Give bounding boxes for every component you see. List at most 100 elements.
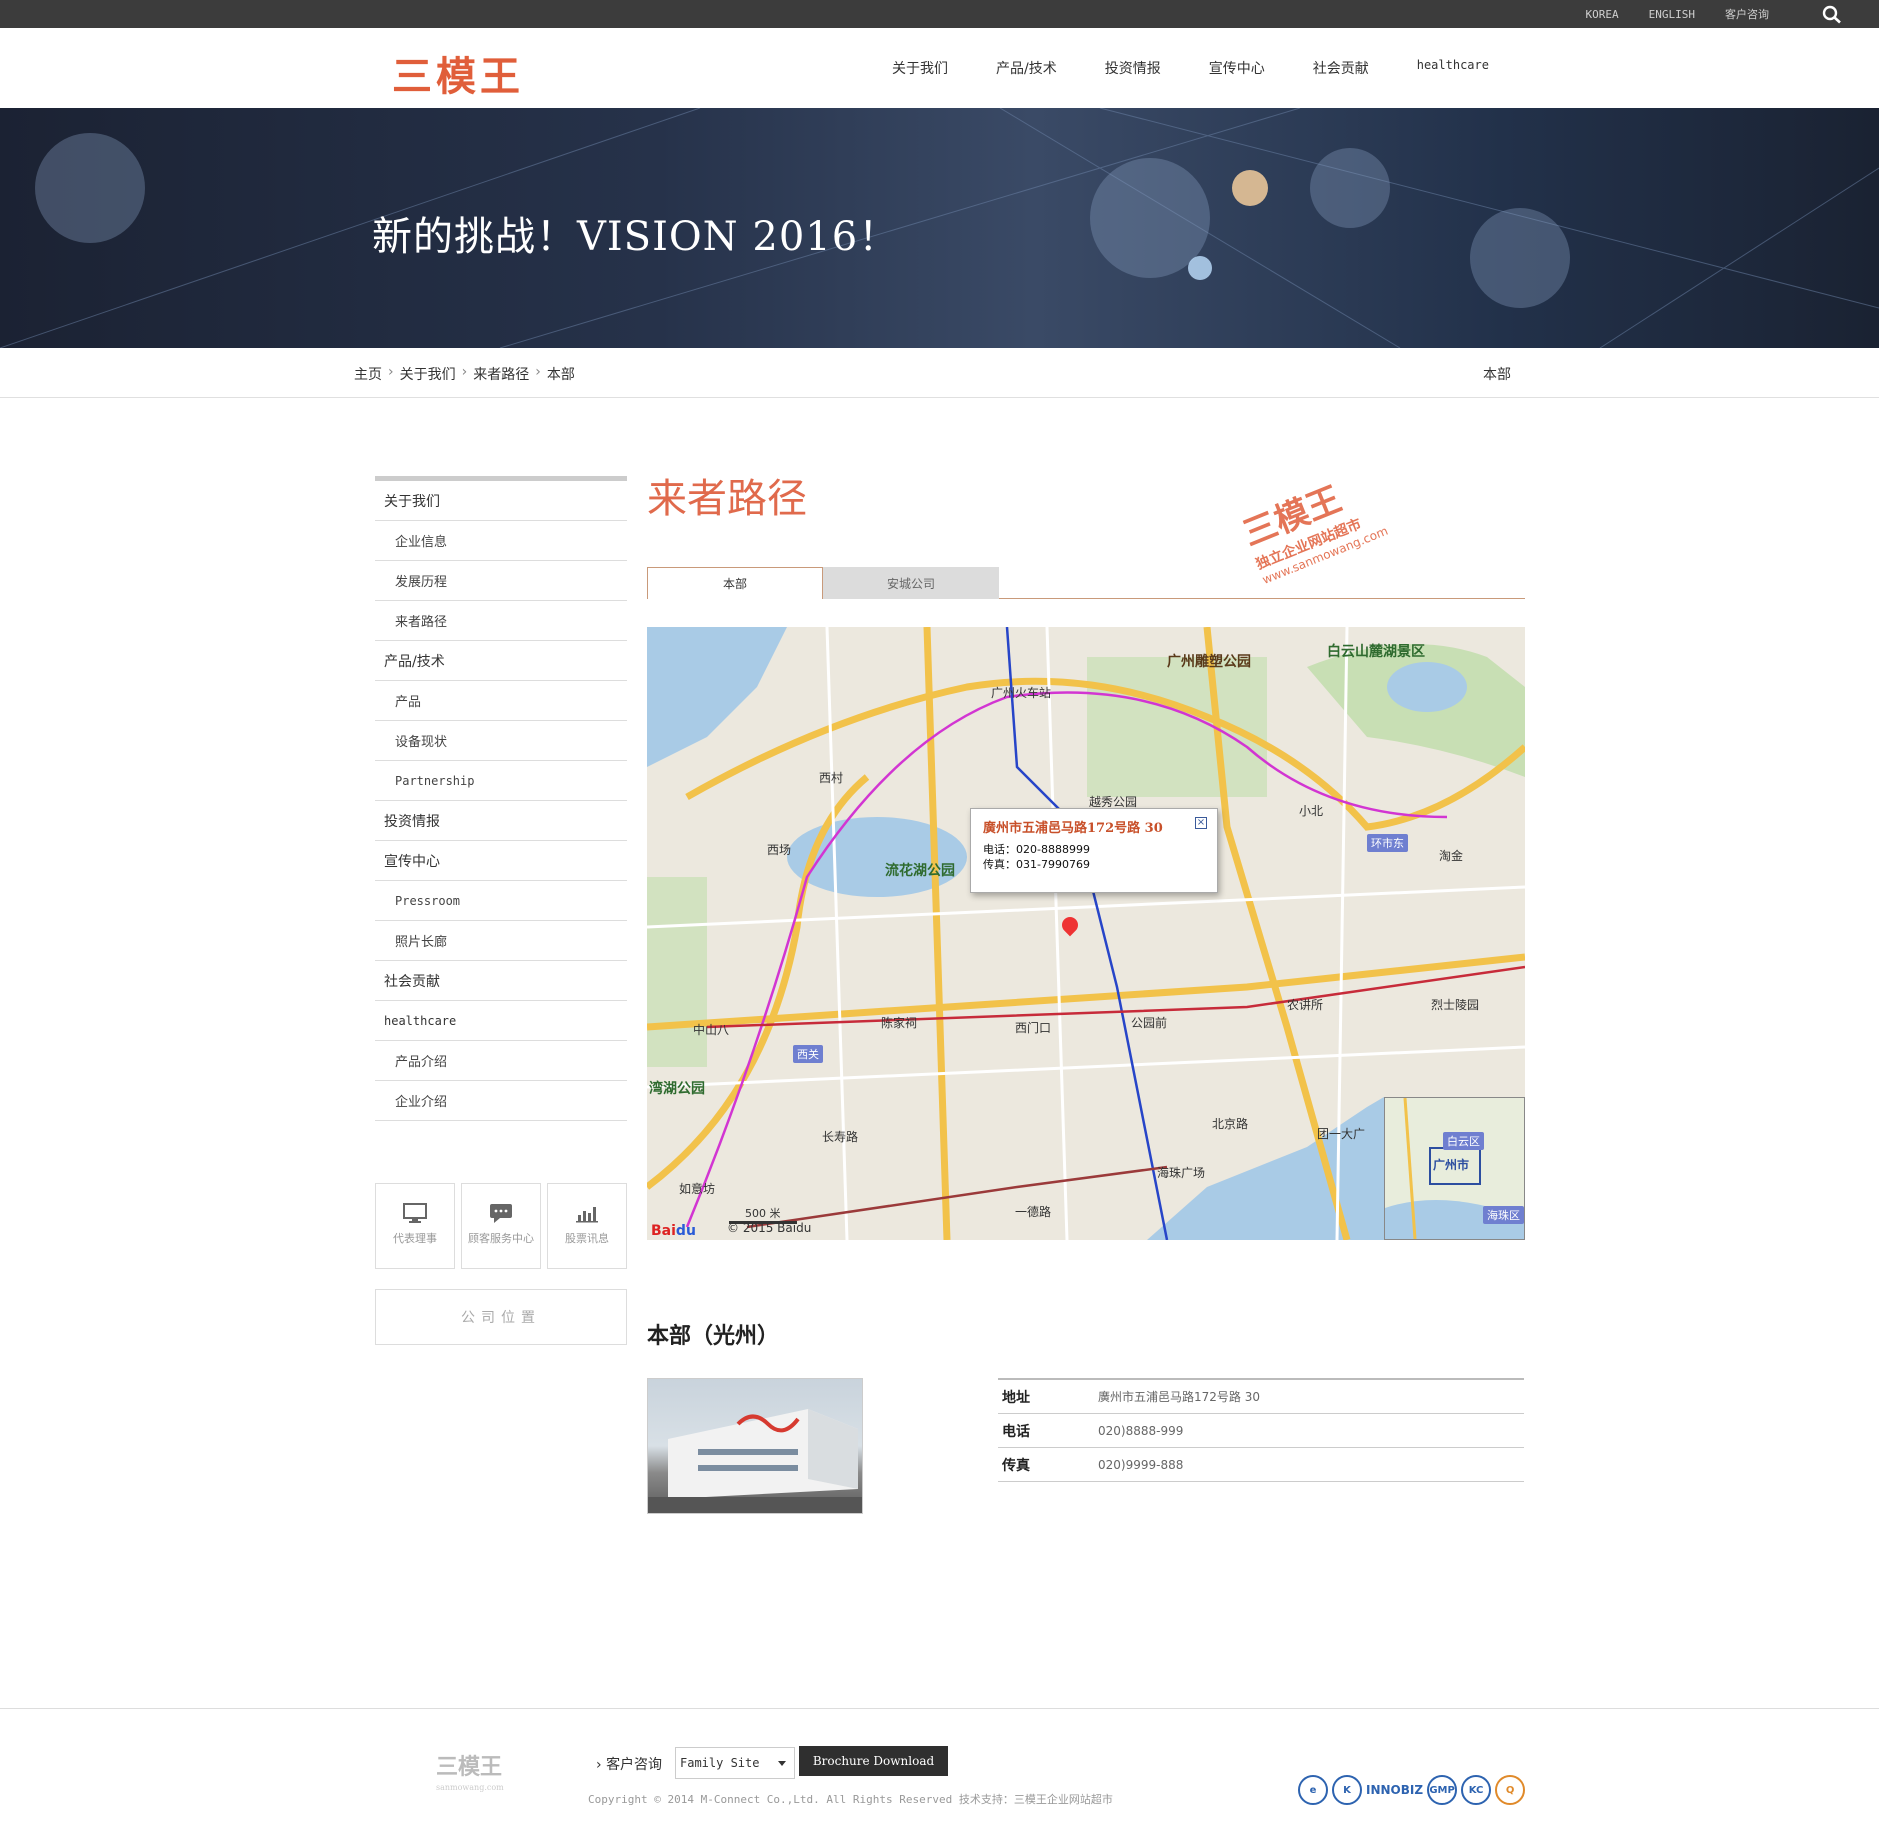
chevron-down-icon (778, 1761, 786, 1766)
breadcrumb-bar: 主页 › 关于我们 › 来者路径 › 本部 本部 (0, 348, 1879, 398)
english-link[interactable]: ENGLISH (1649, 8, 1695, 21)
map-label-haizhu: 海珠广场 (1157, 1166, 1206, 1180)
sidebar-item-directions[interactable]: 来者路径 (375, 601, 627, 641)
sidebar-item-company-intro[interactable]: 企业介绍 (375, 1081, 627, 1121)
map-label-diaosu: 广州雕塑公园 (1167, 654, 1251, 670)
banner-background-graphic (0, 108, 1879, 348)
sidebar-item-product-intro[interactable]: 产品介绍 (375, 1041, 627, 1081)
map-label-xichang: 西场 (767, 843, 792, 857)
sidebar-item-pressroom[interactable]: Pressroom (375, 881, 627, 921)
info-row: 地址 廣州市五浦邑马路172号路 30 (998, 1380, 1524, 1414)
breadcrumb: 主页 › 关于我们 › 来者路径 › 本部 (354, 364, 575, 384)
crumb-about[interactable]: 关于我们 (400, 364, 456, 384)
site-header: 三模王 关于我们 产品/技术 投资情报 宣传中心 社会贡献 healthcare (0, 28, 1879, 108)
close-icon[interactable]: × (1195, 817, 1207, 829)
page-title: 来者路径 (647, 476, 807, 522)
map-label-gz-station: 广州火车站 (991, 686, 1052, 700)
baidu-map[interactable]: 广州火车站 广州雕塑公园 白云山麓湖景区 流花湖公园 西村 越秀公园 小北 淘金… (647, 627, 1525, 1240)
map-label-liuhua: 流花湖公园 (885, 863, 955, 879)
location-tabs: 本部 安城公司 (647, 567, 1525, 599)
sidebar-item-partnership[interactable]: Partnership (375, 761, 627, 801)
hero-banner: 新的挑战！VISION 2016！ (0, 108, 1879, 348)
info-value-phone: 020)8888-999 (1098, 1423, 1184, 1438)
map-label-baiyun: 白云山麓湖景区 (1327, 644, 1425, 660)
crumb-home[interactable]: 主页 (354, 364, 382, 384)
baidu-logo: Baidu (651, 1223, 696, 1239)
nav-healthcare[interactable]: healthcare (1417, 58, 1489, 78)
popup-phone: 电话：020-8888999 (983, 843, 1090, 856)
quick-link-ceo[interactable]: 代表理事 (375, 1183, 455, 1269)
hq-title: 本部（光州） (647, 1324, 780, 1349)
company-location-button[interactable]: 公司位置 (375, 1289, 627, 1345)
quick-link-service-label: 顾客服务中心 (468, 1232, 534, 1245)
map-tag-xiguan: 西关 (793, 1045, 823, 1063)
sidebar-item-products-tech[interactable]: 产品/技术 (375, 641, 627, 681)
site-footer: 三模王 sanmowang.com › 客户咨询 Family Site Bro… (0, 1708, 1879, 1847)
nav-about[interactable]: 关于我们 (892, 58, 948, 78)
info-value-fax: 020)9999-888 (1098, 1457, 1184, 1472)
sidebar-item-products[interactable]: 产品 (375, 681, 627, 721)
search-icon[interactable] (1821, 4, 1843, 24)
hq-info-table: 地址 廣州市五浦邑马路172号路 30 电话 020)8888-999 传真 0… (998, 1378, 1524, 1482)
family-site-select[interactable]: Family Site (675, 1747, 795, 1779)
cert-gmp-icon: GMP (1427, 1775, 1458, 1805)
map-label-nongjiangsuo: 农讲所 (1287, 998, 1324, 1012)
cert-badge-e-icon: e (1298, 1775, 1328, 1805)
minimap-haizhu: 海珠区 (1483, 1206, 1524, 1224)
quick-link-stock[interactable]: 股票讯息 (547, 1183, 627, 1269)
building-photo (647, 1378, 863, 1514)
popup-fax: 传真：031-7990769 (983, 858, 1090, 871)
map-label-gongyuanqian: 公园前 (1131, 1016, 1168, 1030)
map-label-xiaobei: 小北 (1299, 804, 1324, 818)
nav-pr[interactable]: 宣传中心 (1209, 58, 1265, 78)
quick-link-service[interactable]: 顾客服务中心 (461, 1183, 541, 1269)
crumb-hq[interactable]: 本部 (547, 364, 575, 384)
footer-logo-sub: sanmowang.com (436, 1783, 504, 1792)
info-key-address: 地址 (1002, 1389, 1030, 1406)
sidebar: 关于我们 企业信息 发展历程 来者路径 产品/技术 产品 设备现状 Partne… (375, 476, 627, 1121)
map-label-yide: 一德路 (1015, 1205, 1052, 1219)
info-row: 电话 020)8888-999 (998, 1414, 1524, 1448)
tab-anseong[interactable]: 安城公司 (823, 567, 999, 599)
quick-links: 代表理事 顾客服务中心 股票讯息 (375, 1183, 627, 1269)
brochure-download-button[interactable]: Brochure Download (799, 1746, 948, 1776)
cert-innobiz-icon: INNOBIZ (1366, 1783, 1424, 1797)
building-photo-graphic (648, 1409, 862, 1513)
minimap[interactable]: 广州市 白云区 海珠区 (1384, 1097, 1525, 1240)
sidebar-item-social[interactable]: 社会贡献 (375, 961, 627, 1001)
footer-logo[interactable]: 三模王 sanmowang.com (436, 1749, 504, 1792)
sidebar-item-healthcare[interactable]: healthcare (375, 1001, 627, 1041)
korea-link[interactable]: KOREA (1586, 8, 1619, 21)
sidebar-item-history[interactable]: 发展历程 (375, 561, 627, 601)
consult-link[interactable]: 客户咨询 (1725, 6, 1769, 22)
main-nav: 关于我们 产品/技术 投资情报 宣传中心 社会贡献 healthcare (892, 58, 1537, 78)
chevron-right-icon: › (461, 364, 468, 380)
footer-consult-link[interactable]: › 客户咨询 (596, 1754, 662, 1774)
map-label-changshoulu: 长寿路 (822, 1130, 859, 1144)
tab-hq[interactable]: 本部 (647, 567, 823, 599)
sidebar-item-about[interactable]: 关于我们 (375, 481, 627, 521)
crumb-directions[interactable]: 来者路径 (473, 364, 529, 384)
map-label-beijinglu: 北京路 (1212, 1117, 1249, 1131)
logo[interactable]: 三模王 (392, 44, 524, 102)
monitor-icon (403, 1203, 427, 1223)
sidebar-item-equipment[interactable]: 设备现状 (375, 721, 627, 761)
nav-products[interactable]: 产品/技术 (996, 58, 1057, 78)
sidebar-item-company-info[interactable]: 企业信息 (375, 521, 627, 561)
map-label-taojin: 淘金 (1439, 849, 1464, 863)
map-scale: 500 米 (745, 1207, 781, 1220)
nav-social[interactable]: 社会贡献 (1313, 58, 1369, 78)
map-label-ximenkou: 西门口 (1015, 1021, 1052, 1035)
sidebar-item-investment[interactable]: 投资情报 (375, 801, 627, 841)
footer-copyright: Copyright © 2014 M-Connect Co.,Ltd. All … (588, 1793, 1113, 1806)
nav-investment[interactable]: 投资情报 (1105, 58, 1161, 78)
map-copyright: © 2015 Baidu (727, 1221, 812, 1235)
map-label-tuanyi: 团一大广 (1317, 1127, 1366, 1141)
certification-badges: e K INNOBIZ GMP KC Q (1298, 1775, 1526, 1805)
sidebar-item-pr[interactable]: 宣传中心 (375, 841, 627, 881)
sidebar-item-gallery[interactable]: 照片长廊 (375, 921, 627, 961)
chat-icon (490, 1204, 512, 1223)
chevron-right-icon: › (388, 364, 394, 380)
minimap-baiyun: 白云区 (1443, 1132, 1484, 1150)
footer-consult-label: 客户咨询 (606, 1757, 663, 1773)
